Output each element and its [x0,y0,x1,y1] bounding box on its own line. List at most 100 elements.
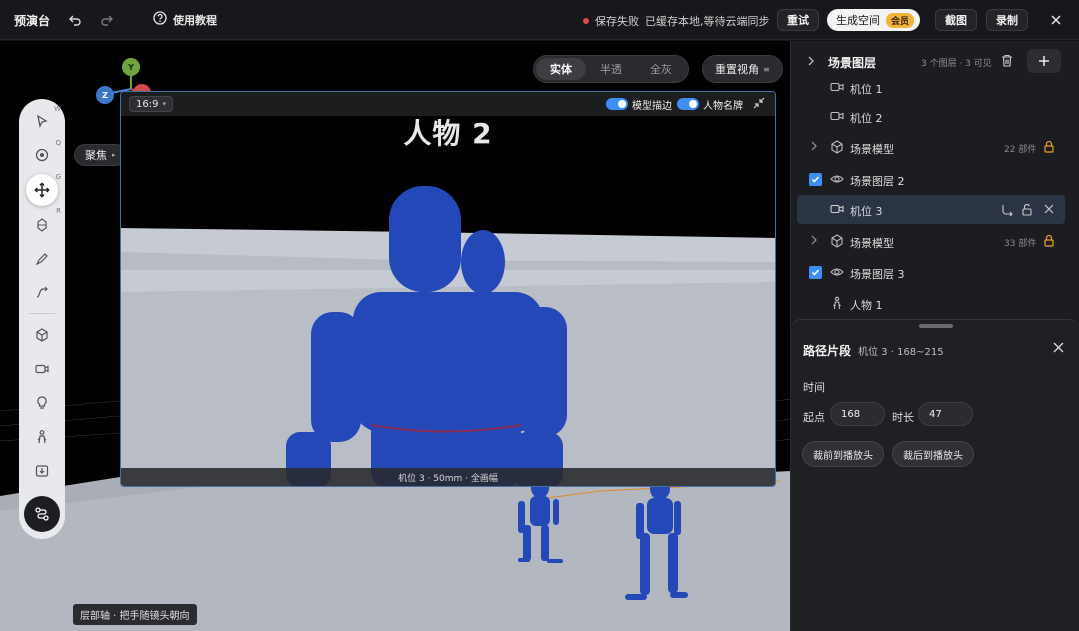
video-camera-icon [35,364,49,374]
layer-label: 机位 3 [850,205,883,218]
crop-after-playhead-button[interactable]: 裁后到播放头 [892,441,974,467]
add-model-button[interactable] [30,323,54,347]
tool-shortcut-badge: Q [55,139,61,147]
add-layer-button[interactable] [1027,49,1061,73]
lock-icon[interactable] [1043,234,1055,247]
start-frame-input[interactable]: 168 [830,402,885,426]
layer-label: 机位 2 [850,112,883,125]
screenshot-button[interactable]: 截图 [935,9,977,31]
render-mode-translucent[interactable]: 半透 [586,58,636,80]
crop-before-playhead-button[interactable]: 裁前到播放头 [802,441,884,467]
orbit-tool-button[interactable] [30,143,54,167]
nameplate-label: 人物名牌 [703,101,743,112]
list-item[interactable]: 机位 2 [797,102,1065,131]
pen-icon [35,253,48,266]
preview-footer: 机位 3 · 50mm · 全画幅 [121,468,775,486]
retry-button[interactable]: 重试 [777,9,819,31]
list-item[interactable]: 场景模型 33 部件 [797,227,1065,256]
path-segment-title: 路径片段 [803,344,852,358]
add-light-button[interactable] [30,391,54,415]
outline-toggle[interactable] [606,98,628,110]
render-mode-solid[interactable]: 实体 [536,58,586,80]
collapse-icon[interactable] [753,97,765,112]
list-item[interactable]: 场景图层 3 [797,258,1065,287]
help-circle-icon [153,11,167,28]
focus-label: 聚焦 [85,149,107,162]
chevron-right-icon[interactable] [806,55,816,69]
layer-label: 场景图层 3 [850,268,905,281]
part-count: 33 部件 [1004,239,1037,249]
video-camera-icon [830,82,844,92]
duration-input[interactable]: 47 [918,402,973,426]
caret-right-icon: ▸ [112,151,116,159]
add-camera-button[interactable] [30,357,54,381]
generate-space-label: 生成空间 [836,14,880,27]
layer-label: 场景图层 2 [850,175,905,188]
brush-tool-button[interactable] [30,247,54,271]
chevron-right-icon [811,235,817,245]
layer-visible-checkbox[interactable] [809,266,822,279]
record-button[interactable]: 录制 [986,9,1028,31]
layer-visible-checkbox[interactable] [809,173,822,186]
redo-icon[interactable] [98,11,116,29]
list-item[interactable]: 机位 1 [797,79,1065,102]
layer-list: 机位 1 机位 2 场景模型 22 部件 场景图层 2 机位 3 场景模型 33… [791,79,1079,319]
check-icon [811,269,820,276]
aspect-ratio-select[interactable]: 16:9 ▾ [129,96,173,112]
save-note-text: 已缓存本地,等待云端同步 [645,15,770,28]
render-mode-gray[interactable]: 全灰 [636,58,686,80]
gizmo-z-label: Z [102,91,108,100]
move-tool-button[interactable] [26,174,58,206]
save-status: 保存失败 已缓存本地,等待云端同步 [583,13,770,29]
tool-shortcut-badge: G [55,173,61,181]
3d-viewport[interactable]: Y Z W Q G R 聚焦 ▸ 实体 半透 全灰 重置视角 ≡ 16:9 ▾ … [0,41,790,631]
close-window-icon[interactable] [1047,11,1065,29]
scene-layers-header: 场景图层 3 个图层 · 3 可见 [791,41,1079,83]
select-tool-button[interactable] [30,109,54,133]
close-icon[interactable] [1044,204,1054,214]
drag-handle[interactable] [919,324,953,328]
reset-view-button[interactable]: 重置视角 ≡ [702,55,783,83]
time-section-label: 时间 [803,381,825,394]
video-camera-icon [830,204,844,214]
eye-icon [830,268,844,276]
error-dot-icon [583,18,589,24]
camera-preview-window[interactable]: 16:9 ▾ 模型描边 人物名牌 人物 2 机位 3 · 50mm · 全画幅 [120,91,776,487]
generate-space-button[interactable]: 生成空间 会员 [827,9,921,31]
tool-shortcut-badge: W [54,105,61,113]
list-item[interactable]: 场景图层 2 [797,165,1065,194]
start-label: 起点 [803,411,825,424]
help-tutorial-button[interactable]: 使用教程 [153,11,217,28]
scene-layers-title: 场景图层 [828,56,877,70]
cube-icon [831,234,843,248]
video-camera-icon [830,111,844,121]
person-icon [37,430,47,444]
close-icon[interactable] [1053,342,1064,353]
unlock-icon[interactable] [1021,203,1033,216]
rotate-icon [37,218,47,232]
help-label: 使用教程 [173,13,217,27]
list-item[interactable]: 人物 1 [797,289,1065,318]
focus-button[interactable]: 聚焦 ▸ [74,144,127,166]
timeline-toggle-button[interactable] [24,496,60,532]
tool-rail: W Q G R [19,99,65,539]
undo-icon[interactable] [66,11,84,29]
list-item[interactable]: 机位 3 [797,195,1065,224]
scene-layers-panel: 场景图层 3 个图层 · 3 可见 机位 1 机位 2 场景模型 22 部件 场… [790,41,1079,631]
path-edit-icon[interactable] [1001,203,1014,216]
list-item[interactable]: 场景模型 22 部件 [797,133,1065,162]
lock-icon[interactable] [1043,140,1055,153]
target-icon [35,148,49,162]
chevron-down-icon: ▾ [162,100,166,108]
rotate-tool-button[interactable] [30,213,54,237]
layer-label: 机位 1 [850,83,883,96]
import-button[interactable] [30,459,54,483]
path-tool-button[interactable] [30,281,54,305]
nameplate-toggle[interactable] [677,98,699,110]
eye-icon [830,175,844,183]
scene-layers-meta: 3 个图层 · 3 可见 [921,59,992,69]
trash-icon[interactable] [1001,54,1013,70]
add-person-button[interactable] [30,425,54,449]
nodes-path-icon [35,507,49,521]
gizmo-y-label: Y [127,63,134,72]
